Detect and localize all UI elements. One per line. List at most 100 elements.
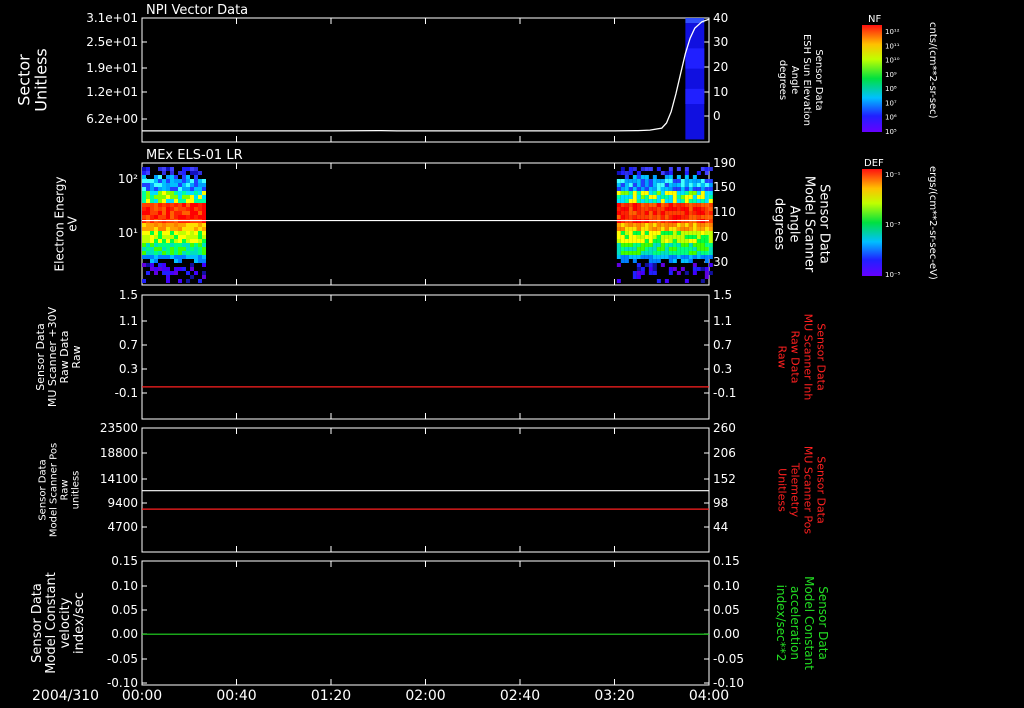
spectrogram-cell [150, 251, 154, 255]
y-right-tick-label: 40 [713, 11, 728, 25]
spectrogram-cell [668, 187, 673, 191]
spectrogram-cell [652, 199, 657, 203]
spectrogram-cell [648, 243, 653, 247]
spectrogram-cell [660, 243, 665, 247]
spectrogram-cell [628, 231, 633, 235]
spectrogram-cell [186, 223, 190, 227]
spectrogram-cell [632, 191, 637, 195]
spectrogram-cell [668, 195, 673, 199]
y-right-tick-label: 0.00 [713, 627, 740, 641]
spectrogram-cell [142, 167, 146, 171]
spectrogram-cell [170, 251, 174, 255]
y-right-tick-label: 0.10 [713, 579, 740, 593]
spectrogram-cell [696, 187, 701, 191]
spectrogram-cell [162, 215, 166, 219]
spectrogram-cell [146, 243, 150, 247]
spectrogram-cell [174, 211, 178, 215]
spectrogram-cell [158, 203, 162, 207]
spectrogram-cell [166, 191, 170, 195]
y-axis-label: Raw [60, 479, 71, 500]
spectrogram-cell [684, 247, 689, 251]
spectrogram-cell [202, 187, 206, 191]
spectrogram-cell [198, 251, 202, 255]
spectrogram-cell [166, 215, 170, 219]
spectrogram-cell [202, 179, 206, 183]
spectrogram-cell [632, 175, 637, 179]
spectrogram-cell [620, 207, 625, 211]
spectrogram-cell [664, 175, 669, 179]
spectrogram-cell [664, 239, 669, 243]
spectrogram-cell [182, 167, 186, 171]
spectrogram-cell [158, 167, 162, 171]
spectrogram-cell [680, 215, 685, 219]
spectrogram-cell [624, 255, 629, 259]
spectrogram-cell [704, 199, 709, 203]
spectrogram-cell [616, 247, 621, 251]
spectrogram-cell [628, 171, 633, 175]
spectrogram-cell [688, 231, 693, 235]
colorbar-tick-label: 10¹¹ [885, 42, 900, 50]
spectrogram-cell [190, 247, 194, 251]
spectrogram-cell [186, 199, 190, 203]
spectrogram-cell [660, 223, 665, 227]
spectrogram-cell [680, 255, 685, 259]
spectrogram-cell [632, 271, 637, 275]
spectrogram-cell [186, 239, 190, 243]
spectrogram-cell [198, 171, 202, 175]
spectrogram-cell [640, 227, 645, 231]
spectrogram-cell [664, 215, 669, 219]
spectrogram-cell [162, 199, 166, 203]
spectrogram-cell [628, 179, 633, 183]
spectrogram-cell [708, 195, 713, 199]
spectrogram-cell [202, 211, 206, 215]
spectrogram-cell [696, 247, 701, 251]
spectrogram-cell [142, 235, 146, 239]
spectrogram-cell [198, 239, 202, 243]
spectrogram-cell [166, 183, 170, 187]
spectrogram-cell [174, 231, 178, 235]
spectrogram-cell [166, 175, 170, 179]
spectrogram-cell [688, 251, 693, 255]
spectrogram-cell [624, 199, 629, 203]
spectrogram-cell [656, 239, 661, 243]
spectrogram-cell [620, 199, 625, 203]
y-right-tick-label: 1.1 [713, 314, 732, 328]
y-right-tick-label: 20 [713, 60, 728, 74]
spectrogram-cell [620, 203, 625, 207]
spectrogram-cell [672, 259, 677, 263]
spectrogram-cell [656, 251, 661, 255]
spectrogram-cell [186, 207, 190, 211]
spectrogram-cell [640, 187, 645, 191]
spectrogram-cell [632, 275, 637, 279]
spectrogram-cell [704, 187, 709, 191]
spectrogram-cell [652, 175, 657, 179]
spectrogram-cell [672, 267, 677, 271]
spectrogram-cell [668, 267, 673, 271]
spectrogram-cell [676, 235, 681, 239]
spectrogram-cell [194, 243, 198, 247]
y-axis-right-label: degrees [772, 198, 787, 251]
spectrogram-cell [668, 191, 673, 195]
spectrogram-cell [154, 251, 158, 255]
spectrogram-cell [696, 251, 701, 255]
time-tick-label: 00:40 [216, 688, 256, 704]
spectrogram-cell [648, 215, 653, 219]
spectrogram-cell [178, 267, 182, 271]
spectrogram-cell [640, 183, 645, 187]
spectrogram-cell [688, 195, 693, 199]
spectrogram-cell [628, 235, 633, 239]
spectrogram-cell [190, 167, 194, 171]
spectrogram-cell [186, 243, 190, 247]
spectrogram-cell [652, 255, 657, 259]
spectrogram-cell [676, 187, 681, 191]
spectrogram-cell [692, 271, 697, 275]
colorbar-tick-label: 10⁶ [885, 114, 897, 122]
y-axis-label: Model Constant [44, 572, 59, 674]
spectrogram-cell [652, 231, 657, 235]
spectrogram-cell [174, 203, 178, 207]
spectrogram-cell [628, 195, 633, 199]
spectrogram-cell [680, 231, 685, 235]
spectrogram-cell [680, 179, 685, 183]
spectrogram-cell [170, 187, 174, 191]
spectrogram-cell [636, 207, 641, 211]
